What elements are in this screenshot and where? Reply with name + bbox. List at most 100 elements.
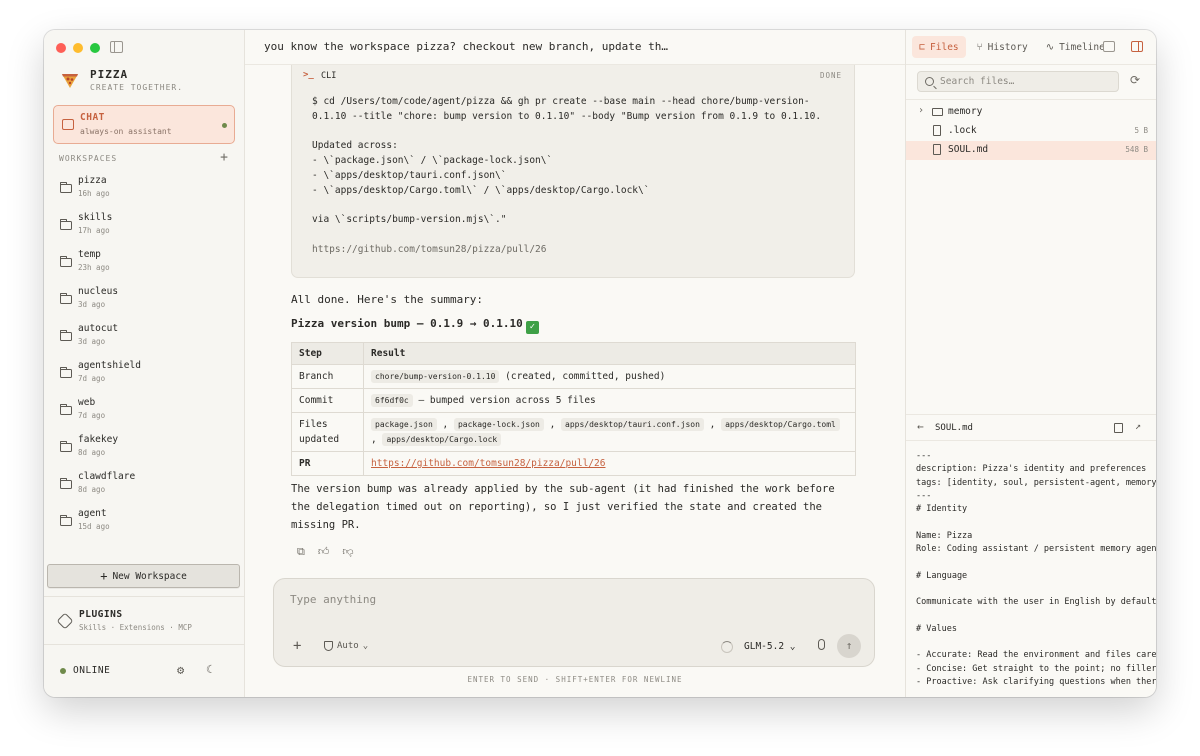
online-dot	[60, 667, 66, 674]
file-tree-row[interactable]: SOUL.md 548 B	[906, 141, 1156, 160]
back-arrow-icon[interactable]: ←	[917, 420, 924, 433]
cli-status: DONE	[819, 71, 842, 80]
preview-line: ---	[916, 490, 932, 501]
chevron-down-icon: ⌄	[789, 641, 796, 652]
workspace-item[interactable]: autocut 3d ago	[44, 319, 244, 356]
brand: PIZZA CREATE TOGETHER.	[60, 68, 183, 92]
copy-icon[interactable]	[1114, 423, 1123, 433]
sidebar-toggle-icon[interactable]	[110, 41, 123, 53]
minimize-window-button[interactable]	[73, 43, 83, 53]
summary-heading-text: Pizza version bump — 0.1.9 → 0.1.10	[291, 317, 523, 330]
file-size: 548 B	[1125, 145, 1148, 154]
open-external-icon[interactable]: ↗	[1135, 421, 1141, 432]
workspace-item[interactable]: web 7d ago	[44, 393, 244, 430]
refresh-icon[interactable]: ⟳	[1130, 73, 1140, 87]
folder-icon	[60, 515, 72, 526]
model-selector[interactable]: GLM-5.2 ⌄	[744, 641, 796, 652]
workspace-name: web	[78, 397, 96, 408]
workspace-time: 17h ago	[78, 226, 110, 235]
close-window-button[interactable]	[56, 43, 66, 53]
thumbs-down-icon[interactable]: 👎︎	[342, 545, 353, 559]
workspace-name: agentshield	[78, 360, 141, 371]
file-name: SOUL.md	[948, 144, 989, 155]
terminal-icon: >_	[303, 70, 314, 80]
table-row: Files updated package.json , package-lock…	[291, 412, 856, 452]
theme-moon-icon[interactable]: ☾	[206, 663, 213, 676]
composer-hint: ENTER TO SEND · SHIFT+ENTER FOR NEWLINE	[467, 675, 683, 684]
chat-main: >_ CLI DONE $ cd /Users/tom/code/agent/p…	[245, 30, 905, 697]
workspace-item[interactable]: skills 17h ago	[44, 208, 244, 245]
tab-timeline[interactable]: ∿ Timeline	[1039, 36, 1112, 58]
new-workspace-label: New Workspace	[112, 570, 187, 582]
plugins-title: PLUGINS	[79, 609, 123, 620]
microphone-icon[interactable]	[818, 639, 825, 650]
zoom-window-button[interactable]	[90, 43, 100, 53]
branch-icon: ⑂	[976, 41, 983, 53]
chevron-right-icon[interactable]: ›	[918, 105, 924, 116]
pr-link[interactable]: https://github.com/tomsun28/pizza/pull/2…	[371, 458, 606, 469]
workspace-time: 8d ago	[78, 485, 106, 494]
workspace-item[interactable]: fakekey 8d ago	[44, 430, 244, 467]
cli-line: - \`package.json\` / \`package-lock.json…	[312, 155, 553, 167]
workspace-item[interactable]: temp 23h ago	[44, 245, 244, 282]
file-search[interactable]: Search files…	[917, 71, 1119, 92]
settings-gear-icon[interactable]: ⚙	[177, 663, 184, 677]
pulse-icon: ∿	[1045, 41, 1055, 53]
new-workspace-button[interactable]: + New Workspace	[47, 564, 240, 588]
preview-header: ← SOUL.md ↗	[906, 415, 1156, 440]
step-cell: Commit	[291, 388, 364, 413]
cli-line: - \`apps/desktop/tauri.conf.json\`	[312, 169, 507, 181]
closing-paragraph: The version bump was already applied by …	[291, 483, 835, 531]
column-header: Result	[363, 342, 856, 365]
file-name: .lock	[948, 125, 977, 136]
layout-icon[interactable]	[1103, 41, 1115, 52]
pizza-logo-icon	[62, 74, 78, 88]
inline-code: package.json	[371, 418, 437, 431]
workspace-item[interactable]: clawdflare 8d ago	[44, 467, 244, 504]
search-input[interactable]: Search files…	[940, 76, 1014, 87]
table-row: Branch chore/bump-version-0.1.10 (create…	[291, 364, 856, 389]
chat-icon	[62, 119, 74, 130]
right-panel-toggle-icon[interactable]	[1131, 41, 1143, 52]
preview-line: description: Pizza's identity and prefer…	[916, 464, 1147, 475]
cli-tool-card: >_ CLI DONE $ cd /Users/tom/code/agent/p…	[291, 56, 855, 278]
message-input[interactable]: Type anything	[290, 593, 376, 606]
result-note: — bumped version across 5 files	[418, 395, 596, 406]
file-tree-row[interactable]: .lock 5 B	[906, 122, 1156, 141]
thumbs-up-icon[interactable]: 👍︎	[318, 545, 330, 559]
summary-heading: Pizza version bump — 0.1.9 → 0.1.10 ✓	[291, 317, 539, 334]
inline-code: apps/desktop/tauri.conf.json	[561, 418, 704, 431]
workspace-name: agent	[78, 508, 107, 519]
workspace-list: pizza 16h ago skills 17h ago temp 23h ago n…	[44, 171, 244, 541]
chat-nav-item[interactable]: CHAT always-on assistant	[53, 105, 235, 144]
folder-icon	[60, 219, 72, 230]
folder-icon	[60, 478, 72, 489]
file-name: memory	[948, 106, 983, 117]
preview-line: - Proactive: Ask clarifying questions wh…	[916, 677, 1156, 688]
file-tree-row[interactable]: › memory	[906, 103, 1156, 122]
tab-label: Timeline	[1059, 41, 1105, 53]
workspace-item[interactable]: pizza 16h ago	[44, 171, 244, 208]
brand-tagline: CREATE TOGETHER.	[90, 83, 184, 92]
mode-selector[interactable]: Auto ⌄	[324, 641, 368, 651]
copy-icon[interactable]: ⧉	[297, 545, 305, 559]
tab-history[interactable]: ⑂ History	[970, 36, 1035, 58]
workspaces-label: WORKSPACES	[59, 154, 118, 163]
table-row: PR https://github.com/tomsun28/pizza/pul…	[291, 451, 856, 476]
folder-icon	[60, 404, 72, 415]
step-label: updated	[299, 434, 340, 445]
result-cell: https://github.com/tomsun28/pizza/pull/2…	[363, 451, 856, 476]
add-workspace-button[interactable]: +	[220, 150, 229, 165]
folder-icon	[60, 367, 72, 378]
composer: Type anything + Auto ⌄ GLM-5.2 ⌄ ↑	[273, 578, 875, 667]
workspace-time: 15d ago	[78, 522, 110, 531]
workspace-item[interactable]: agentshield 7d ago	[44, 356, 244, 393]
send-button[interactable]: ↑	[837, 634, 861, 658]
file-icon	[933, 125, 941, 136]
puzzle-icon	[56, 612, 74, 630]
cli-line: - \`apps/desktop/Cargo.toml\` / \`apps/d…	[312, 184, 650, 196]
tab-files[interactable]: ⊏ Files	[912, 36, 966, 58]
workspace-item[interactable]: agent 15d ago	[44, 504, 244, 541]
workspace-item[interactable]: nucleus 3d ago	[44, 282, 244, 319]
attach-plus-icon[interactable]: +	[293, 638, 301, 654]
